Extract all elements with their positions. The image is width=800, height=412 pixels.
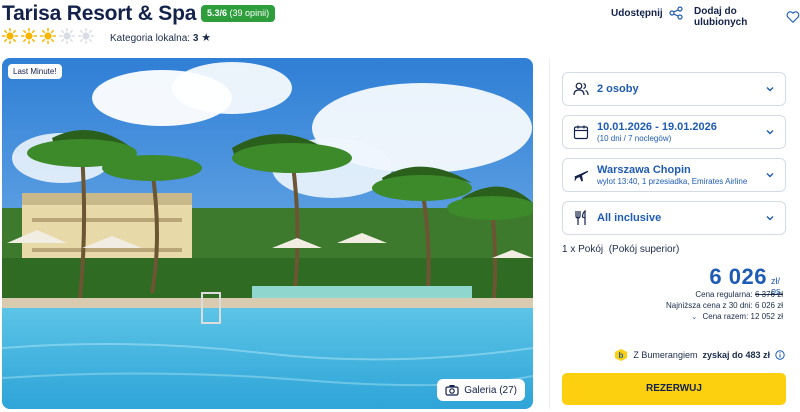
info-icon[interactable] — [775, 350, 785, 360]
sun-filled-icon — [21, 28, 37, 44]
gallery-button[interactable]: Galeria (27) — [437, 379, 525, 401]
total-price-toggle[interactable]: ⌄ Cena razem: 12 052 zł — [691, 312, 783, 321]
rating-count: (39 opinii) — [229, 8, 270, 18]
regular-price-value: 6 376 zł — [754, 290, 783, 299]
local-category-value: 3 — [192, 33, 199, 44]
hotel-photo[interactable]: Last Minute! Galeria (27) — [2, 58, 533, 409]
board-select[interactable]: All inclusive — [562, 201, 786, 235]
favorite-label: Dodaj do ulubionych — [694, 6, 748, 28]
bumerang-bonus: zyskaj do 483 zł — [702, 350, 770, 360]
regular-price: Cena regularna: 6 376 zł — [695, 290, 783, 299]
rating-score: 5.3/6 — [207, 8, 228, 18]
favorite-button[interactable]: Dodaj do ulubionych — [694, 6, 800, 28]
regular-price-label: Cena regularna: — [695, 290, 753, 299]
bumerang-prefix: Z Bumerangiem — [633, 350, 698, 360]
users-icon — [573, 82, 589, 96]
sun-filled-icon — [2, 28, 18, 44]
rating-badge[interactable]: 5.3/6 (39 opinii) — [201, 5, 276, 22]
board-value: All inclusive — [597, 212, 662, 224]
chevron-down-icon — [766, 173, 774, 178]
camera-icon — [445, 385, 459, 396]
lowest-price-value: 6 026 zł — [754, 301, 783, 310]
dates-select[interactable]: 10.01.2026 - 19.01.2026 (10 dni / 7 nocl… — [562, 115, 786, 149]
sun-filled-icon — [40, 28, 56, 44]
total-price-value: 12 052 zł — [750, 312, 783, 321]
bumerang-info: b Z Bumerangiem zyskaj do 483 zł — [614, 348, 785, 362]
price-unit-currency: zł/ — [770, 276, 780, 286]
star-icon: ★ — [201, 32, 212, 44]
booking-panel: 2 osoby 10.01.2026 - 19.01.2026 (10 dni … — [549, 58, 797, 409]
gallery-label: Galeria (27) — [464, 384, 517, 396]
chevron-down-icon — [766, 87, 774, 92]
hotel-title: Tarisa Resort & Spa — [2, 2, 197, 25]
share-label: Udostępnij — [611, 7, 663, 19]
travelers-select[interactable]: 2 osoby — [562, 72, 786, 106]
share-icon — [669, 6, 683, 20]
price-amount: 6 026 — [709, 264, 767, 289]
chevron-down-icon — [766, 216, 774, 221]
sun-empty-icon — [78, 28, 94, 44]
departure-value: Warszawa Chopin — [597, 164, 691, 176]
dates-value: 10.01.2026 - 19.01.2026 — [597, 121, 717, 133]
departure-select[interactable]: Warszawa Chopin wylot 13:40, 1 przesiadk… — [562, 158, 786, 192]
calendar-icon — [573, 125, 589, 140]
svg-text:b: b — [619, 351, 624, 360]
room-info: 1 x Pokój (Pokój superior) — [562, 244, 680, 255]
cutlery-icon — [575, 210, 586, 225]
lowest-price: Najniższa cena z 30 dni: 6 026 zł — [666, 301, 783, 310]
dates-duration: (10 dni / 7 noclegów) — [597, 134, 672, 143]
chevron-down-icon — [766, 130, 774, 135]
local-category: Kategoria lokalna: 3 ★ — [110, 31, 211, 44]
lowest-price-label: Najniższa cena z 30 dni: — [666, 301, 753, 310]
bumerang-logo-icon: b — [615, 349, 628, 361]
heart-icon — [786, 11, 800, 23]
chevron-down-icon: ⌄ — [691, 314, 698, 321]
total-price-label: Cena razem: — [702, 312, 749, 321]
reserve-button[interactable]: REZERWUJ — [562, 373, 786, 405]
local-category-label: Kategoria lokalna: — [110, 33, 191, 44]
sun-empty-icon — [59, 28, 75, 44]
last-minute-badge: Last Minute! — [8, 64, 62, 79]
plane-icon — [574, 170, 589, 182]
resort-pool-image — [2, 58, 533, 409]
sun-rating — [2, 28, 94, 44]
share-button[interactable]: Udostępnij — [611, 6, 683, 20]
travelers-value: 2 osoby — [597, 83, 639, 95]
hotel-header: Tarisa Resort & Spa 5.3/6 (39 opinii) Ka… — [0, 0, 800, 56]
departure-details: wylot 13:40, 1 przesiadka, Emirates Airl… — [597, 177, 748, 186]
